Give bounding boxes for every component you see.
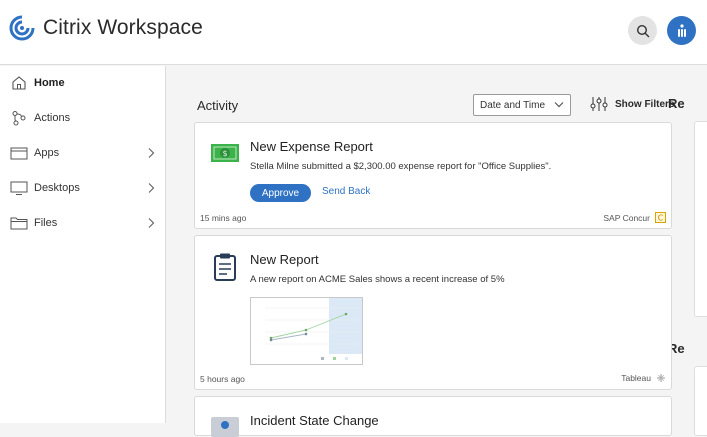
svg-text:C: C — [658, 214, 664, 223]
show-filters-label: Show Filters — [615, 98, 675, 110]
sidebar-item-actions[interactable]: Actions — [0, 103, 165, 133]
user-avatar-button[interactable] — [667, 16, 696, 45]
right-panel-title: Re — [668, 96, 685, 111]
clipboard-report-icon — [214, 253, 236, 281]
sidebar-nav: Home Actions Apps Desktops Files — [0, 66, 166, 423]
activity-card-incident[interactable]: Incident State Change — [194, 396, 672, 437]
sidebar-item-label: Actions — [34, 112, 71, 124]
card-title: Incident State Change — [250, 413, 379, 428]
report-chart-preview — [265, 298, 362, 360]
approve-button[interactable]: Approve — [250, 184, 311, 202]
show-filters-button[interactable]: Show Filters — [590, 96, 674, 112]
chevron-right-icon — [148, 148, 155, 158]
filter-sliders-icon — [590, 97, 608, 111]
card-source: Tableau — [621, 373, 666, 383]
right-panel-card — [694, 121, 707, 317]
card-title: New Expense Report — [250, 139, 373, 154]
activity-card-expense[interactable]: $ New Expense Report Stella Milne submit… — [194, 122, 672, 229]
sidebar-item-desktops[interactable]: Desktops — [0, 173, 165, 203]
svg-text:$: $ — [222, 149, 227, 158]
activity-card-report[interactable]: New Report A new report on ACME Sales sh… — [194, 235, 672, 390]
search-button[interactable] — [628, 16, 657, 45]
report-chart-thumbnail[interactable] — [250, 297, 363, 365]
card-source-label: Tableau — [621, 373, 651, 383]
sidebar-item-label: Apps — [34, 147, 60, 159]
sidebar-item-label: Files — [34, 217, 58, 229]
card-timestamp: 5 hours ago — [200, 374, 245, 384]
apps-icon — [10, 144, 28, 162]
tableau-icon — [657, 374, 665, 382]
right-panel-card-2 — [694, 366, 707, 436]
money-icon: $ — [211, 144, 239, 162]
brand-name: Citrix Workspace — [43, 16, 203, 39]
sidebar-item-apps[interactable]: Apps — [0, 138, 165, 168]
card-source: SAP Concur C — [603, 212, 666, 223]
sidebar-item-files[interactable]: Files — [0, 208, 165, 238]
sort-dropdown-value: Date and Time — [480, 99, 546, 111]
card-description: A new report on ACME Sales shows a recen… — [250, 274, 505, 285]
activity-title: Activity — [197, 98, 239, 113]
sort-dropdown[interactable]: Date and Time — [473, 94, 571, 116]
search-icon — [636, 24, 649, 37]
card-timestamp: 15 mins ago — [200, 213, 247, 223]
chevron-down-icon — [554, 102, 564, 108]
home-icon — [10, 74, 28, 92]
app-logo[interactable]: Citrix Workspace — [8, 14, 203, 42]
incident-icon — [211, 417, 239, 437]
chevron-right-icon — [148, 183, 155, 193]
sidebar-item-label: Home — [34, 77, 65, 89]
desktop-icon — [10, 179, 28, 197]
chevron-right-icon — [148, 218, 155, 228]
sidebar-item-home[interactable]: Home — [0, 68, 165, 98]
folder-icon — [10, 214, 28, 232]
user-avatar-icon — [677, 23, 686, 37]
sidebar-item-label: Desktops — [34, 182, 80, 194]
send-back-button[interactable]: Send Back — [322, 186, 370, 197]
card-source-label: SAP Concur — [603, 212, 650, 223]
sap-concur-icon: C — [655, 212, 666, 223]
actions-icon — [10, 109, 28, 127]
card-description: Stella Milne submitted a $2,300.00 expen… — [250, 161, 552, 172]
card-title: New Report — [250, 252, 319, 267]
citrix-logo-icon — [9, 15, 35, 41]
top-header: Citrix Workspace — [0, 0, 707, 65]
